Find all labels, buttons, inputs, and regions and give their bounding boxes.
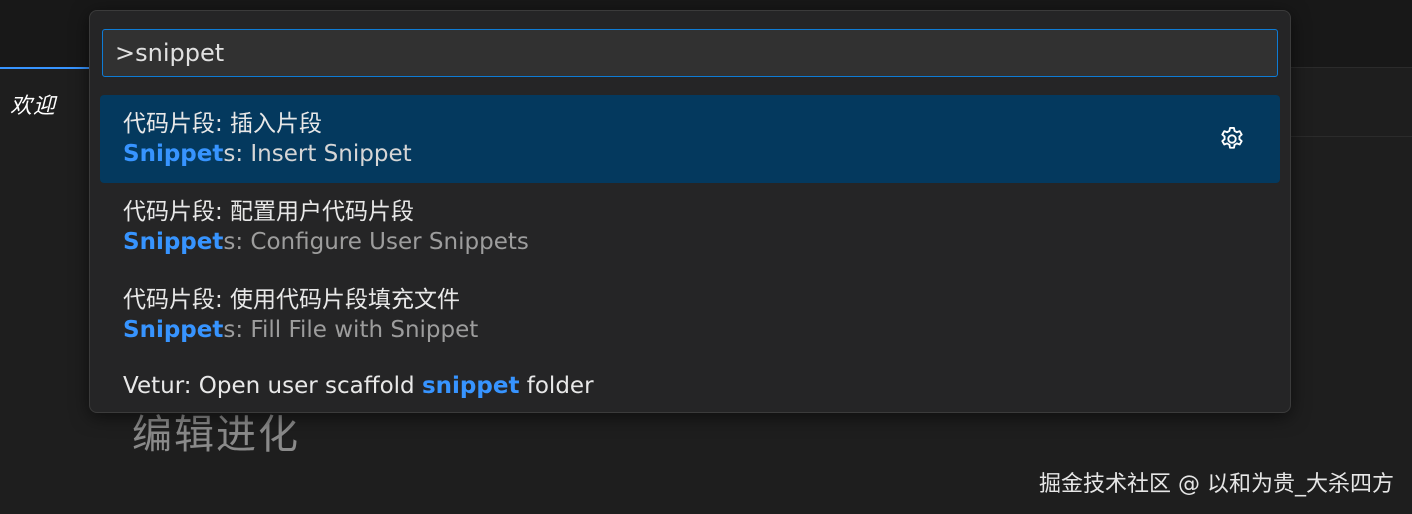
command-item-detail-text: s: Fill File with Snippet [223,317,479,343]
command-item-label: 代码片段: 使用代码片段填充文件 [123,287,461,313]
command-item-vetur-open-scaffold-folder[interactable]: Vetur: Open user scaffold snippet folder [100,359,1280,417]
match-highlight: Snippet [123,317,224,343]
command-item-label: Vetur: Open user scaffold snippet folder [123,373,594,399]
match-highlight: Snippet [123,141,224,167]
command-item-detail-text: s: Insert Snippet [223,141,412,167]
match-highlight: snippet [421,373,520,399]
command-item-label: 代码片段: 插入片段 [123,111,323,137]
watermark-text: 掘金技术社区 @ 以和为贵_大杀四方 [1039,472,1394,497]
command-item-configure-user-snippets[interactable]: 代码片段: 配置用户代码片段 Snippets: Configure User … [100,183,1280,271]
command-item-detail: Snippets: Insert Snippet [123,141,412,167]
command-palette-input[interactable] [102,29,1278,77]
command-item-label: 代码片段: 配置用户代码片段 [123,199,415,225]
command-item-detail: Snippets: Fill File with Snippet [123,317,478,343]
command-palette: 代码片段: 插入片段 Snippets: Insert Snippet 代码片段… [89,10,1291,413]
command-palette-results: 代码片段: 插入片段 Snippets: Insert Snippet 代码片段… [100,95,1280,417]
active-tab-indicator [0,67,90,69]
command-item-detail-text: s: Configure User Snippets [223,229,529,255]
gear-icon[interactable] [1218,125,1246,153]
command-item-detail: Snippets: Configure User Snippets [123,229,529,255]
command-item-label-prefix: Vetur: Open user scaffold [123,373,422,399]
command-item-fill-file-with-snippet[interactable]: 代码片段: 使用代码片段填充文件 Snippets: Fill File wit… [100,271,1280,359]
tab-bar-bottom-border [1290,136,1412,137]
command-item-label-suffix: folder [519,373,594,399]
tab-welcome[interactable]: 欢迎 [10,88,56,120]
match-highlight: Snippet [123,229,224,255]
command-item-insert-snippet[interactable]: 代码片段: 插入片段 Snippets: Insert Snippet [100,95,1280,183]
tab-bar-divider [1290,67,1412,68]
